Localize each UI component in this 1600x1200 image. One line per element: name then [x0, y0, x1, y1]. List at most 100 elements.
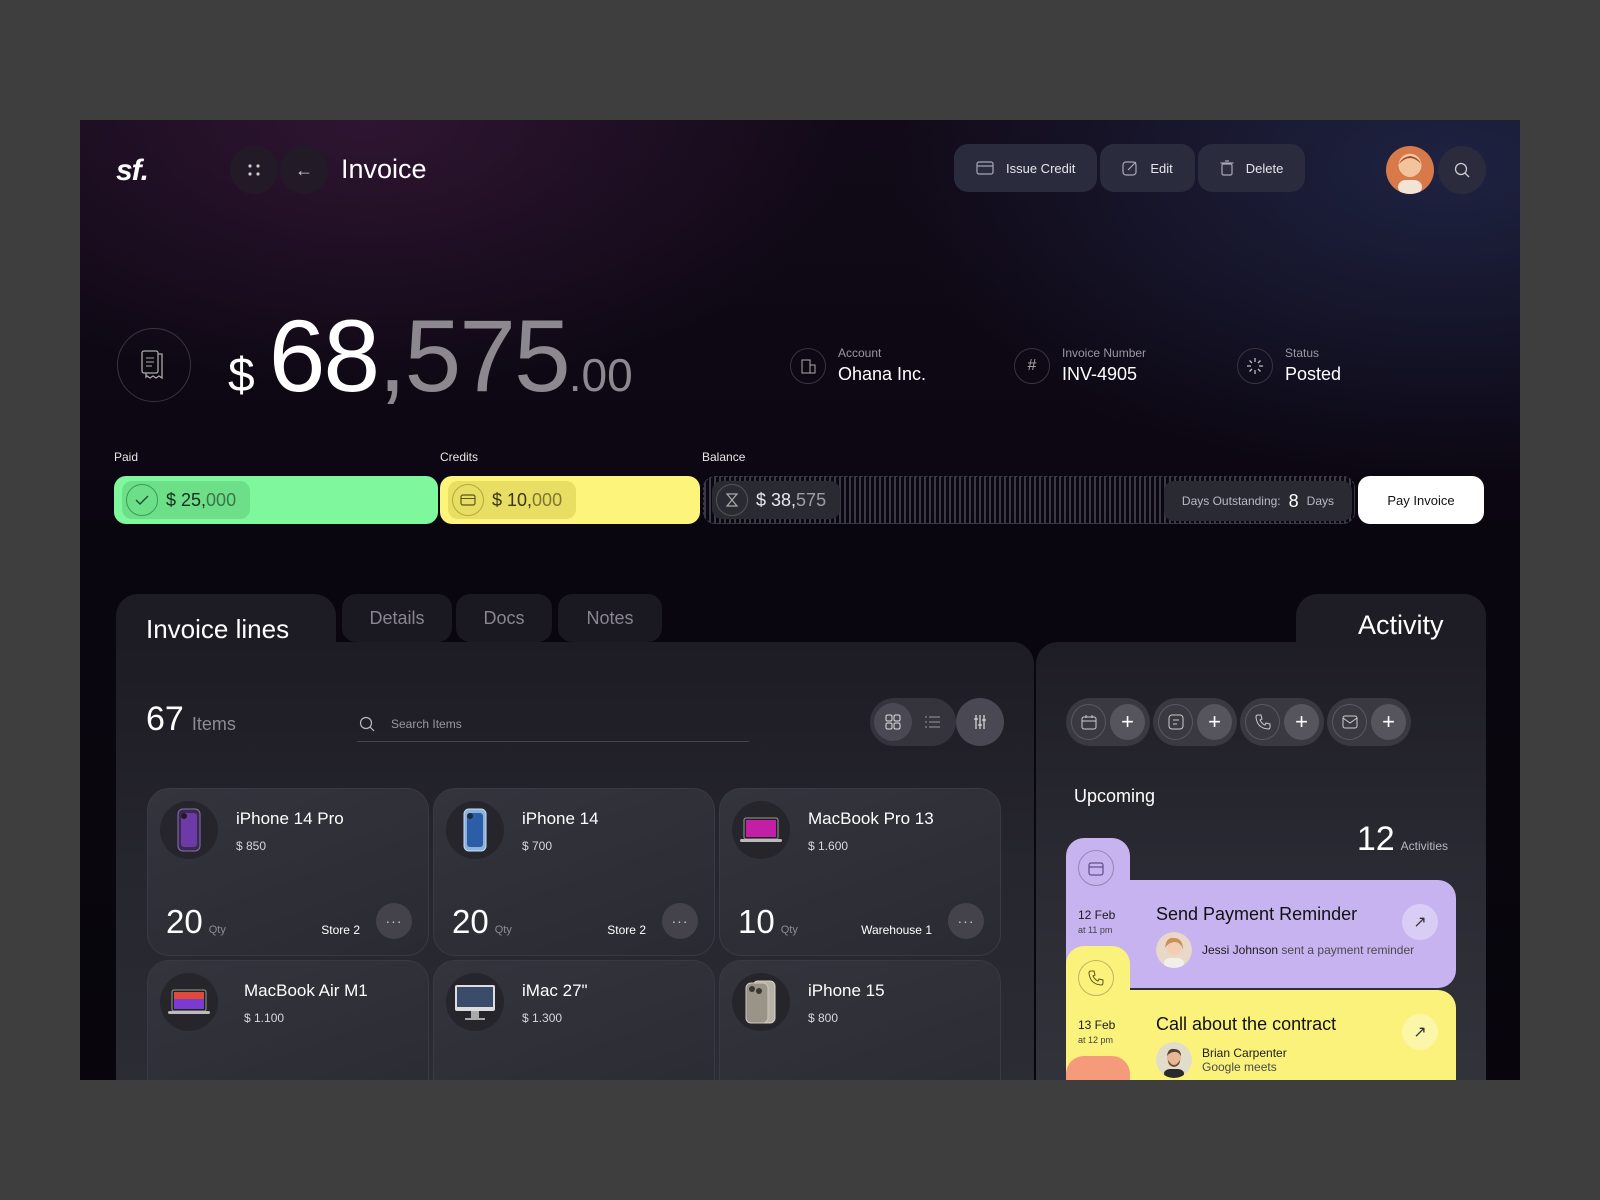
account-label: Account	[838, 346, 882, 360]
days-unit: Days	[1306, 494, 1334, 508]
activity-title: Activity	[1358, 610, 1444, 640]
apps-menu-button[interactable]	[230, 146, 278, 194]
add-task-button[interactable]: +	[1197, 704, 1232, 740]
product-card[interactable]: MacBook Air M1 $ 1.100	[147, 960, 429, 1080]
product-price: $ 850	[236, 839, 267, 853]
dots-grid-icon	[248, 164, 260, 176]
ellipsis-icon: ···	[957, 913, 975, 929]
product-card[interactable]: MacBook Pro 13 $ 1.600 10 Qty Warehouse …	[719, 788, 1001, 956]
qty-label: Qty	[780, 924, 798, 936]
balance-bar: $ 38,575 Days Outstanding: 8 Days	[703, 476, 1355, 524]
phone-titanium-icon	[732, 973, 790, 1031]
product-card[interactable]: iPhone 15 $ 800	[719, 960, 1001, 1080]
delete-button[interactable]: Delete	[1197, 144, 1306, 192]
balance-amount: $ 38,	[756, 489, 797, 510]
balance-chip: $ 38,575	[712, 481, 841, 519]
event-description: Jessi Johnson sent a payment reminder	[1202, 943, 1414, 957]
activities-count: 12 Activities	[1357, 820, 1448, 859]
calendar-button[interactable]	[1071, 704, 1107, 740]
credits-amount: $ 10,	[492, 489, 533, 510]
checklist-icon	[1168, 714, 1184, 730]
open-event-button[interactable]: ↗	[1402, 904, 1438, 940]
invoice-app: sf. ← Invoice Issue Credit Edit Delete $…	[80, 120, 1520, 1080]
balance-label: Balance	[702, 450, 746, 464]
activities-count-value: 12	[1356, 820, 1395, 858]
open-event-button[interactable]: ↗	[1402, 1014, 1438, 1050]
filter-button[interactable]	[956, 698, 1004, 746]
call-button[interactable]	[1245, 704, 1281, 740]
task-button[interactable]	[1158, 704, 1194, 740]
amount-whole: 68	[268, 299, 380, 413]
meeting-action-group: +	[1066, 698, 1150, 746]
ellipsis-icon: ···	[671, 913, 689, 929]
app-logo[interactable]: sf.	[116, 154, 149, 188]
product-qty: 20 Qty	[452, 903, 512, 941]
person-avatar	[1156, 932, 1192, 968]
event-title: Call about the contract	[1156, 1014, 1337, 1034]
more-options-button[interactable]: ···	[948, 903, 984, 939]
plus-icon: +	[1295, 709, 1308, 734]
credits-label: Credits	[440, 450, 479, 464]
more-options-button[interactable]: ···	[376, 903, 412, 939]
days-outstanding: Days Outstanding: 8 Days	[1163, 481, 1352, 521]
receipt-badge	[117, 328, 191, 402]
credit-card-icon	[976, 161, 994, 175]
user-avatar[interactable]	[1386, 146, 1434, 194]
paid-chip: $ 25,000	[122, 481, 251, 519]
event-detail: Google meets	[1202, 1060, 1277, 1074]
items-count-unit: Items	[191, 714, 236, 734]
edit-icon	[1122, 161, 1137, 176]
list-view-button[interactable]	[914, 703, 952, 741]
phone-purple-icon	[160, 801, 218, 859]
qty-value: 10	[738, 903, 775, 940]
issue-credit-label: Issue Credit	[1006, 160, 1076, 176]
upcoming-heading: Upcoming	[1074, 786, 1156, 806]
items-search	[357, 706, 749, 742]
tab-docs[interactable]: Docs	[456, 594, 552, 642]
tab-details[interactable]: Details	[342, 594, 452, 642]
page-title: Invoice	[341, 154, 427, 184]
card-icon	[452, 484, 484, 516]
person-avatar	[1156, 1042, 1192, 1078]
add-email-button[interactable]: +	[1371, 704, 1406, 740]
status-info: Status Posted	[1237, 346, 1341, 385]
event-date-value: 13 Feb	[1078, 1018, 1116, 1032]
add-call-button[interactable]: +	[1284, 704, 1319, 740]
event-date: 12 Feb at 11 pm	[1078, 908, 1115, 935]
check-icon	[126, 484, 158, 516]
event-person: Jessi Johnson sent a payment reminder	[1156, 932, 1414, 968]
pay-invoice-button[interactable]: Pay Invoice	[1358, 476, 1484, 524]
event-person: Brian Carpenter Google meets	[1156, 1042, 1287, 1078]
event-detail: sent a payment reminder	[1281, 943, 1415, 957]
product-name: MacBook Air M1	[244, 981, 368, 1000]
edit-button[interactable]: Edit	[1100, 144, 1195, 192]
account-value[interactable]: Ohana Inc.	[838, 364, 926, 385]
tab-notes[interactable]: Notes	[558, 594, 662, 642]
edit-label: Edit	[1150, 160, 1173, 176]
building-icon	[790, 347, 826, 384]
arrow-left-icon: ←	[295, 159, 313, 180]
product-location: Store 2	[321, 923, 360, 937]
global-search-button[interactable]	[1438, 146, 1486, 194]
email-action-group: +	[1327, 698, 1411, 746]
credits-amount-cents: 000	[532, 489, 563, 510]
product-card[interactable]: iMac 27" $ 1.300	[433, 960, 715, 1080]
issue-credit-button[interactable]: Issue Credit	[954, 144, 1098, 192]
hourglass-icon	[716, 484, 748, 516]
search-items-input[interactable]	[391, 716, 691, 731]
items-count-value: 67	[146, 700, 184, 738]
product-card[interactable]: iPhone 14 Pro $ 850 20 Qty Store 2 ···	[147, 788, 429, 956]
email-button[interactable]	[1332, 704, 1368, 740]
arrow-up-right-icon: ↗	[1413, 1024, 1427, 1041]
back-button[interactable]: ←	[280, 146, 328, 194]
tab-invoice-lines[interactable]: Invoice lines	[146, 614, 289, 645]
product-price: $ 700	[522, 839, 553, 853]
more-options-button[interactable]: ···	[662, 903, 698, 939]
add-meeting-button[interactable]: +	[1110, 704, 1145, 740]
product-name: MacBook Pro 13	[808, 809, 934, 828]
product-card[interactable]: iPhone 14 $ 700 20 Qty Store 2 ···	[433, 788, 715, 956]
event-date: 13 Feb at 12 pm	[1078, 1018, 1115, 1045]
qty-value: 20	[452, 903, 489, 940]
invoice-total: $ 68 , 575 .00	[228, 298, 633, 415]
grid-view-button[interactable]	[874, 703, 912, 741]
